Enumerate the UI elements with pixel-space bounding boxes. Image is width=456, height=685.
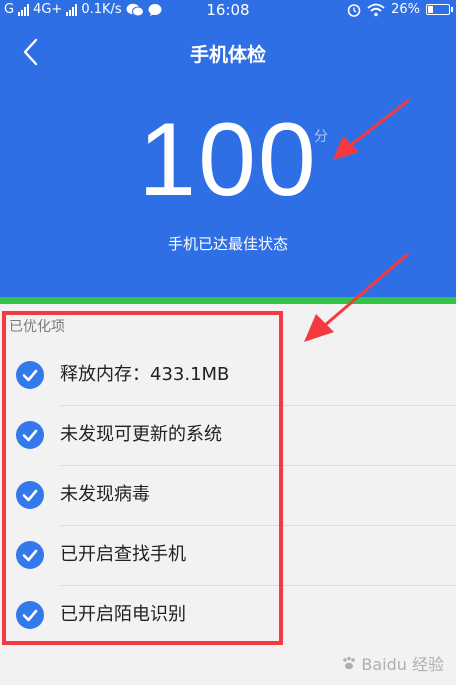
alarm-icon — [347, 3, 361, 17]
baidu-watermark: Baidu 经验 — [341, 651, 444, 675]
page-title: 手机体检 — [189, 44, 266, 66]
watermark-text: Baidu 经验 — [361, 655, 444, 674]
annotation-highlight-box — [2, 311, 283, 645]
battery-icon — [426, 4, 453, 15]
annotation-arrow-icon — [333, 98, 410, 160]
status-bar: G 4G+ 0.1K/s 16:08 26% — [0, 0, 456, 22]
battery-percent: 26% — [391, 2, 420, 17]
phone-checkup-screen: G 4G+ 0.1K/s 16:08 26% 手机体检 100 分 手机已达最佳… — [0, 0, 456, 685]
battery-fill — [428, 6, 433, 13]
wifi-icon — [367, 3, 385, 16]
annotation-arrow-icon — [304, 252, 409, 342]
paw-icon — [343, 656, 356, 670]
status-bar-right: 26% — [347, 2, 453, 17]
